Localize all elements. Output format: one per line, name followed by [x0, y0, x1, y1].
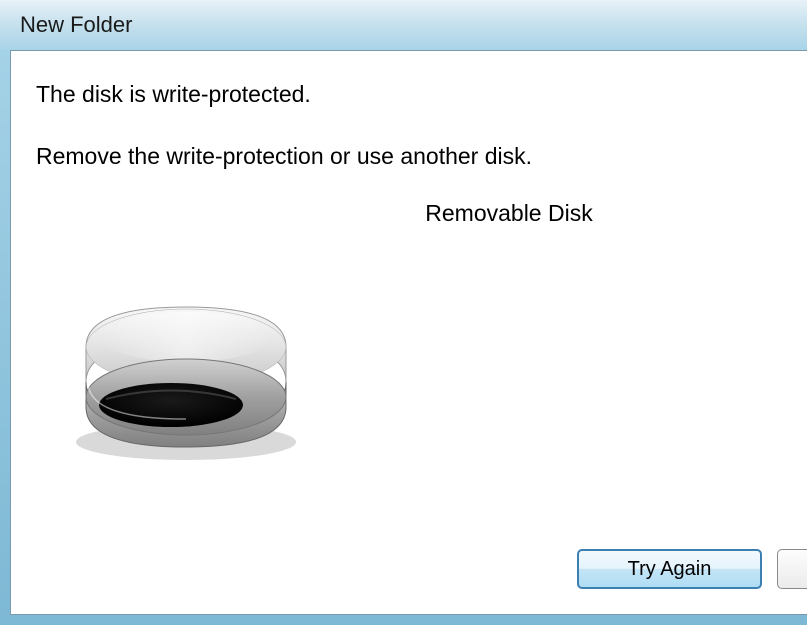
title-bar: New Folder [0, 0, 807, 50]
removable-disk-icon [56, 287, 782, 472]
secondary-button-partial[interactable] [777, 549, 807, 589]
error-message-secondary: Remove the write-protection or use anoth… [36, 143, 782, 170]
dialog-title: New Folder [20, 12, 132, 38]
dialog-body: The disk is write-protected. Remove the … [10, 50, 807, 615]
disk-name-label: Removable Disk [236, 200, 782, 227]
try-again-button[interactable]: Try Again [577, 549, 762, 589]
button-row: Try Again [577, 549, 807, 589]
error-message-primary: The disk is write-protected. [36, 81, 782, 108]
